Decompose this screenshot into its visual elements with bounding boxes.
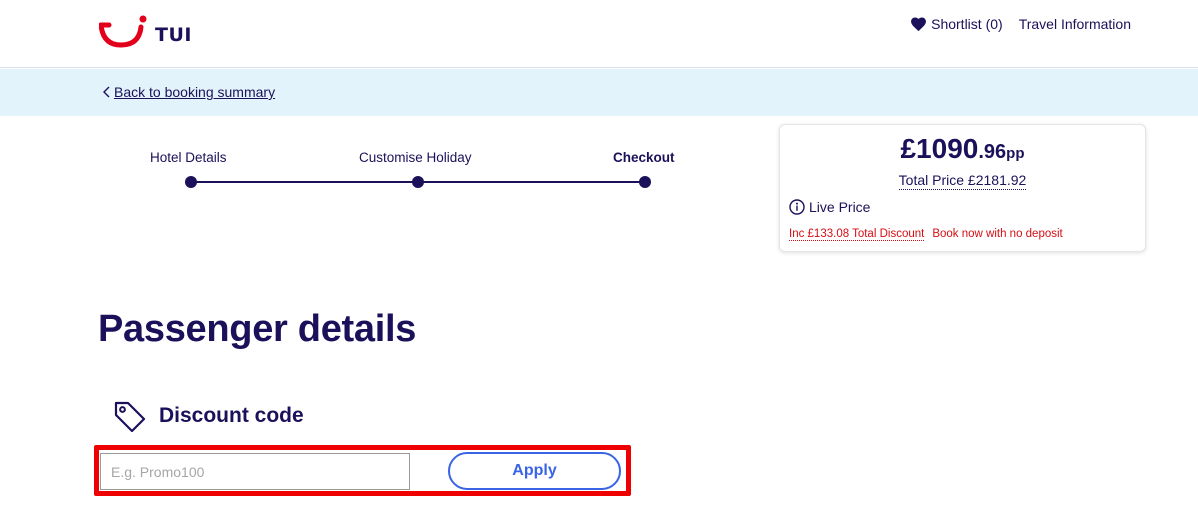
back-bar: Back to booking summary — [0, 69, 1198, 116]
shortlist-link[interactable]: Shortlist (0) — [910, 16, 1003, 32]
price-main: £1090 — [900, 133, 979, 164]
apply-discount-button[interactable]: Apply — [448, 452, 621, 490]
price-decimal: .96 — [978, 141, 1007, 163]
back-to-booking-summary-link[interactable]: Back to booking summary — [103, 84, 275, 100]
header-nav: Shortlist (0) Travel Information — [910, 16, 1131, 32]
step-hotel-details: Hotel Details — [150, 150, 227, 165]
total-price: Total Price £2181.92 — [780, 172, 1145, 190]
discount-heading-label: Discount code — [159, 404, 304, 427]
total-price-link[interactable]: Total Price £2181.92 — [898, 172, 1027, 190]
page-title: Passenger details — [98, 308, 417, 350]
discount-code-input[interactable] — [100, 453, 410, 490]
discount-heading: Discount code — [113, 400, 304, 432]
step-dot-hotel-details — [185, 176, 197, 188]
chevron-left-icon — [103, 86, 110, 98]
step-checkout: Checkout — [613, 150, 675, 165]
shortlist-label: Shortlist (0) — [931, 16, 1003, 32]
booking-stepper: Hotel Details Customise Holiday Checkout — [150, 150, 680, 194]
tui-logo[interactable]: TUI — [99, 12, 192, 52]
step-customise-holiday: Customise Holiday — [359, 150, 472, 165]
total-discount-note[interactable]: Inc £133.08 Total Discount — [789, 228, 925, 241]
brand-wordmark: TUI — [155, 24, 192, 46]
price-per-person: £1090.96pp — [780, 133, 1145, 165]
deposit-note: Book now with no deposit — [932, 228, 1063, 240]
price-summary-card: £1090.96pp Total Price £2181.92 Live Pri… — [779, 124, 1146, 252]
tag-icon — [114, 401, 146, 432]
promo-notes: Inc £133.08 Total Discount Book now with… — [789, 228, 1063, 241]
live-price-label: Live Price — [809, 199, 871, 215]
step-dot-checkout — [639, 176, 651, 188]
site-header: TUI Shortlist (0) Travel Information — [0, 0, 1198, 68]
travel-information-link[interactable]: Travel Information — [1019, 16, 1131, 32]
price-suffix: pp — [1006, 145, 1025, 162]
info-circle-icon — [789, 199, 805, 215]
back-link-label: Back to booking summary — [114, 84, 276, 100]
step-dot-customise-holiday — [412, 176, 424, 188]
live-price[interactable]: Live Price — [789, 199, 870, 215]
heart-icon — [911, 17, 927, 32]
tui-smile-icon — [99, 15, 147, 48]
